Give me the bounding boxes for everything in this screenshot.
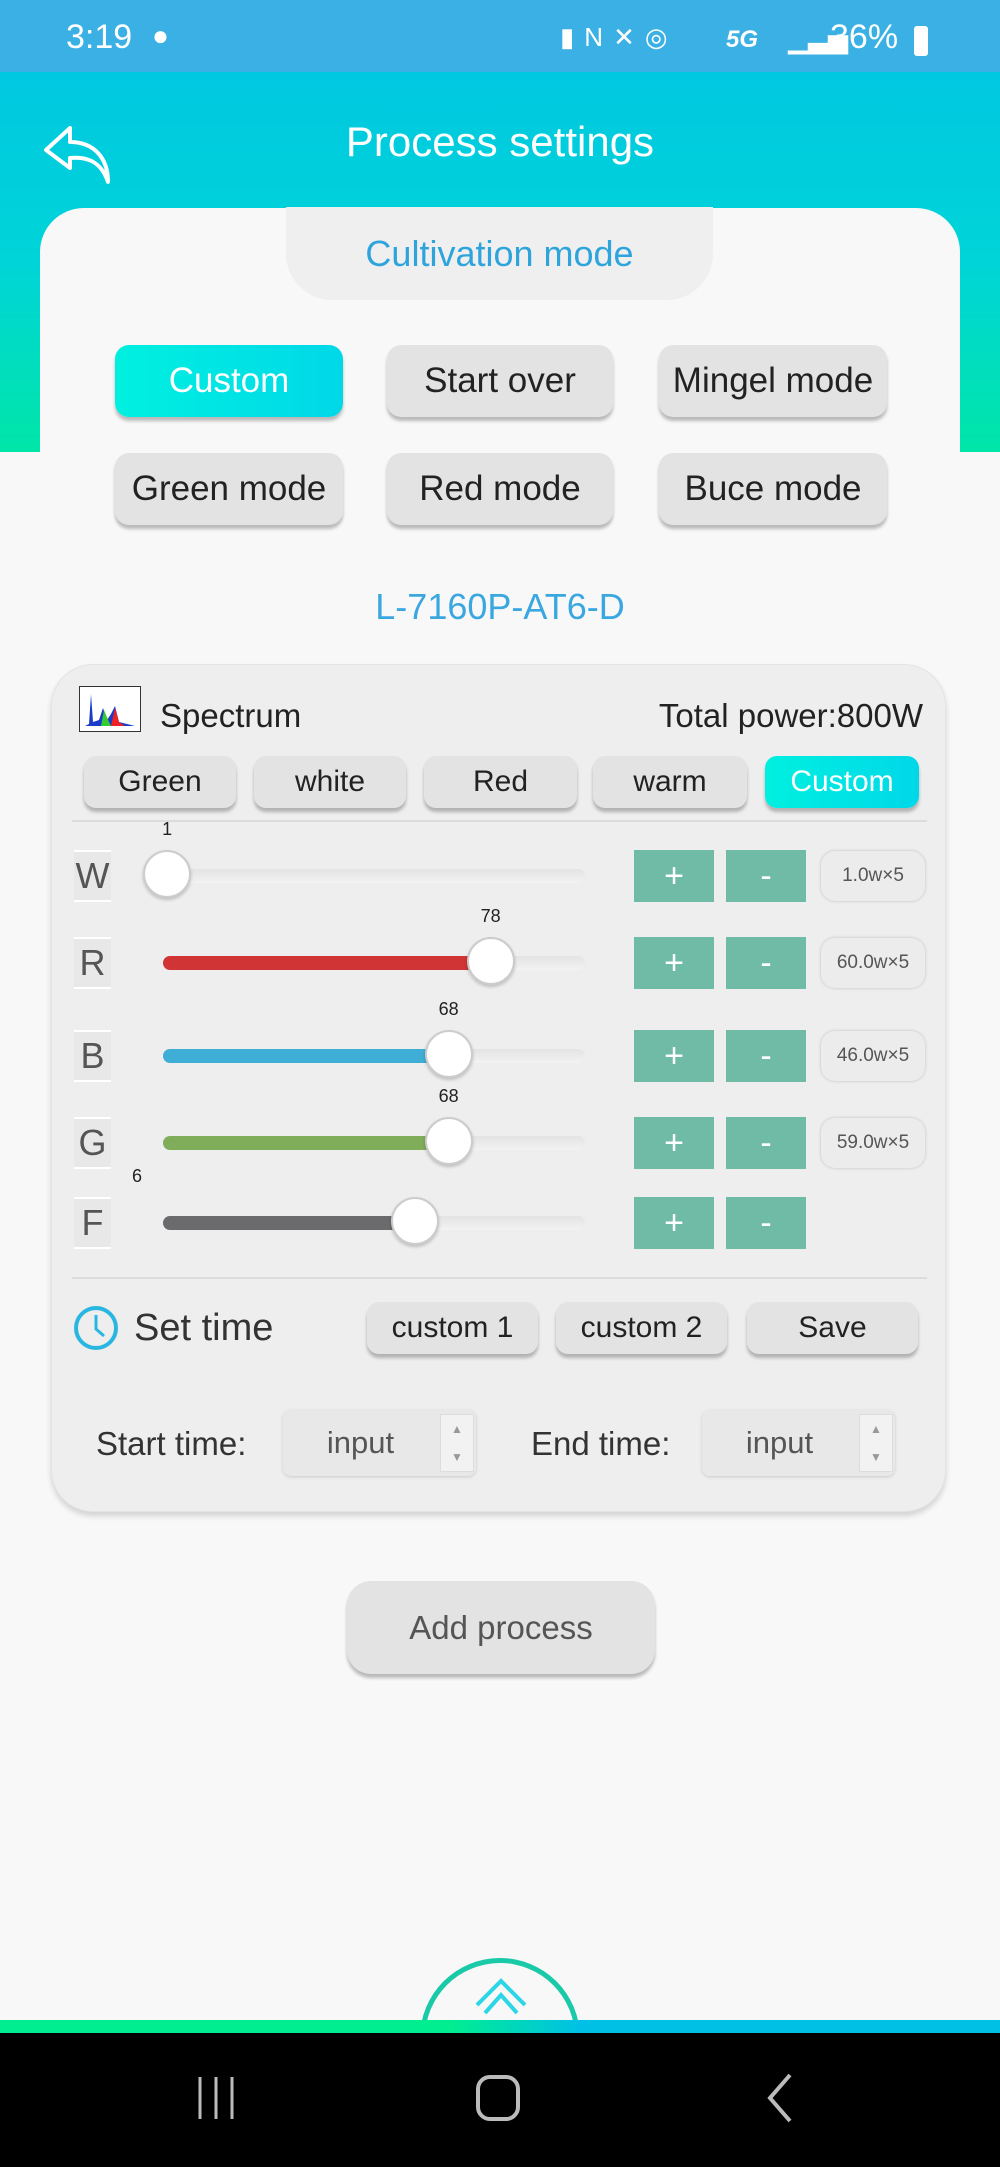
channel-b-slider[interactable]: 68 xyxy=(163,999,585,1078)
channel-r-thumb[interactable] xyxy=(466,937,515,985)
device-model: L-7160P-AT6-D xyxy=(375,586,625,627)
channel-w-watts: 1.0w×5 xyxy=(821,851,925,901)
chat-bubble-icon: ● xyxy=(152,20,169,51)
battery-icon xyxy=(914,26,928,56)
channel-f-label: F xyxy=(74,1197,111,1249)
channel-g-label: G xyxy=(74,1117,111,1169)
channel-f-fill xyxy=(163,1216,415,1230)
bottom-accent-bar xyxy=(0,2020,1000,2033)
mode-red-button[interactable]: Red mode xyxy=(387,453,613,525)
channel-g-slider[interactable]: 68 xyxy=(163,1086,585,1165)
clock-icon xyxy=(74,1306,118,1350)
double-chevron-up-icon xyxy=(475,1978,527,2015)
channel-g-watts: 59.0w×5 xyxy=(821,1118,925,1168)
up-arrow-icon[interactable]: ▲ xyxy=(451,1422,463,1436)
channel-w-minus-button[interactable]: - xyxy=(726,850,806,902)
mode-custom-button[interactable]: Custom xyxy=(115,345,343,417)
divider xyxy=(72,1277,927,1279)
preset-green-button[interactable]: Green xyxy=(84,756,236,808)
channel-r-fill xyxy=(163,956,491,970)
divider xyxy=(72,820,927,822)
status-icons: ▮N✕◎ xyxy=(560,22,678,52)
mode-mingel-button[interactable]: Mingel mode xyxy=(659,345,887,417)
down-arrow-icon[interactable]: ▼ xyxy=(451,1450,463,1464)
channel-r-plus-button[interactable]: + xyxy=(634,937,714,989)
save-button[interactable]: Save xyxy=(747,1302,918,1354)
status-bar: 3:19 ● ▮N✕◎ 5G ▁▃▅ 36% xyxy=(0,0,1000,72)
set-time-label: Set time xyxy=(134,1307,274,1349)
channel-g-fill xyxy=(163,1136,449,1150)
start-time-input[interactable]: input ▲ ▼ xyxy=(283,1410,476,1476)
channel-g-thumb[interactable] xyxy=(424,1117,473,1165)
tab-cultivation-mode[interactable]: Cultivation mode xyxy=(286,207,713,300)
channel-b-thumb[interactable] xyxy=(424,1030,473,1078)
custom-2-button[interactable]: custom 2 xyxy=(556,1302,727,1354)
end-time-stepper[interactable]: ▲ ▼ xyxy=(859,1414,893,1472)
mode-green-button[interactable]: Green mode xyxy=(115,453,343,525)
start-time-label: Start time: xyxy=(96,1425,247,1462)
spectrum-panel: Spectrum Total power:800W Green white Re… xyxy=(51,664,946,1512)
channel-w-thumb[interactable] xyxy=(143,850,192,898)
channel-w-plus-button[interactable]: + xyxy=(634,850,714,902)
channel-g-minus-button[interactable]: - xyxy=(726,1117,806,1169)
spectrum-chart-icon xyxy=(79,686,141,732)
channel-r-slider[interactable]: 78 xyxy=(163,906,585,985)
recent-apps-icon[interactable] xyxy=(196,2073,240,2123)
channel-w-slider[interactable]: 1 xyxy=(143,819,585,898)
add-process-button[interactable]: Add process xyxy=(347,1581,655,1674)
channel-f-value: 6 xyxy=(131,1166,143,1186)
page-title: Process settings xyxy=(345,118,655,165)
mode-buce-button[interactable]: Buce mode xyxy=(659,453,887,525)
preset-white-button[interactable]: white xyxy=(254,756,406,808)
end-time-label: End time: xyxy=(531,1425,671,1462)
channel-r-value: 78 xyxy=(480,906,501,926)
start-time-placeholder: input xyxy=(326,1425,395,1460)
channel-f-minus-button[interactable]: - xyxy=(726,1197,806,1249)
up-arrow-icon[interactable]: ▲ xyxy=(870,1422,882,1436)
channel-f-thumb[interactable] xyxy=(391,1197,439,1245)
channel-f-plus-button[interactable]: + xyxy=(634,1197,714,1249)
channel-g-plus-button[interactable]: + xyxy=(634,1117,714,1169)
status-time: 3:19 xyxy=(66,18,133,56)
network-type: 5G xyxy=(726,26,759,53)
back-nav-icon[interactable] xyxy=(762,2071,796,2125)
preset-custom-button[interactable]: Custom xyxy=(765,756,919,808)
start-time-stepper[interactable]: ▲ ▼ xyxy=(440,1414,474,1472)
channel-b-fill xyxy=(163,1049,449,1063)
home-icon[interactable] xyxy=(474,2073,524,2123)
channel-r-watts: 60.0w×5 xyxy=(821,938,925,988)
channel-b-plus-button[interactable]: + xyxy=(634,1030,714,1082)
spectrum-label: Spectrum xyxy=(160,697,302,734)
battery-percent: 36% xyxy=(830,18,899,56)
channel-r-label: R xyxy=(74,937,111,989)
preset-warm-button[interactable]: warm xyxy=(593,756,747,808)
channel-w-value: 1 xyxy=(162,819,173,839)
end-time-placeholder: input xyxy=(745,1425,814,1460)
system-nav-bar xyxy=(0,2033,1000,2167)
channel-b-value: 68 xyxy=(438,999,459,1019)
mode-start-over-button[interactable]: Start over xyxy=(387,345,613,417)
down-arrow-icon[interactable]: ▼ xyxy=(870,1450,882,1464)
custom-1-button[interactable]: custom 1 xyxy=(367,1302,538,1354)
channel-b-watts: 46.0w×5 xyxy=(821,1031,925,1081)
channel-r-minus-button[interactable]: - xyxy=(726,937,806,989)
channel-w-label: W xyxy=(74,850,111,902)
total-power: Total power:800W xyxy=(658,697,923,734)
channel-g-value: 68 xyxy=(438,1086,459,1106)
preset-red-button[interactable]: Red xyxy=(424,756,577,808)
channel-b-label: B xyxy=(74,1030,111,1082)
channel-f-slider[interactable]: 6 xyxy=(132,1166,585,1245)
end-time-input[interactable]: input ▲ ▼ xyxy=(702,1410,895,1476)
channel-b-minus-button[interactable]: - xyxy=(726,1030,806,1082)
